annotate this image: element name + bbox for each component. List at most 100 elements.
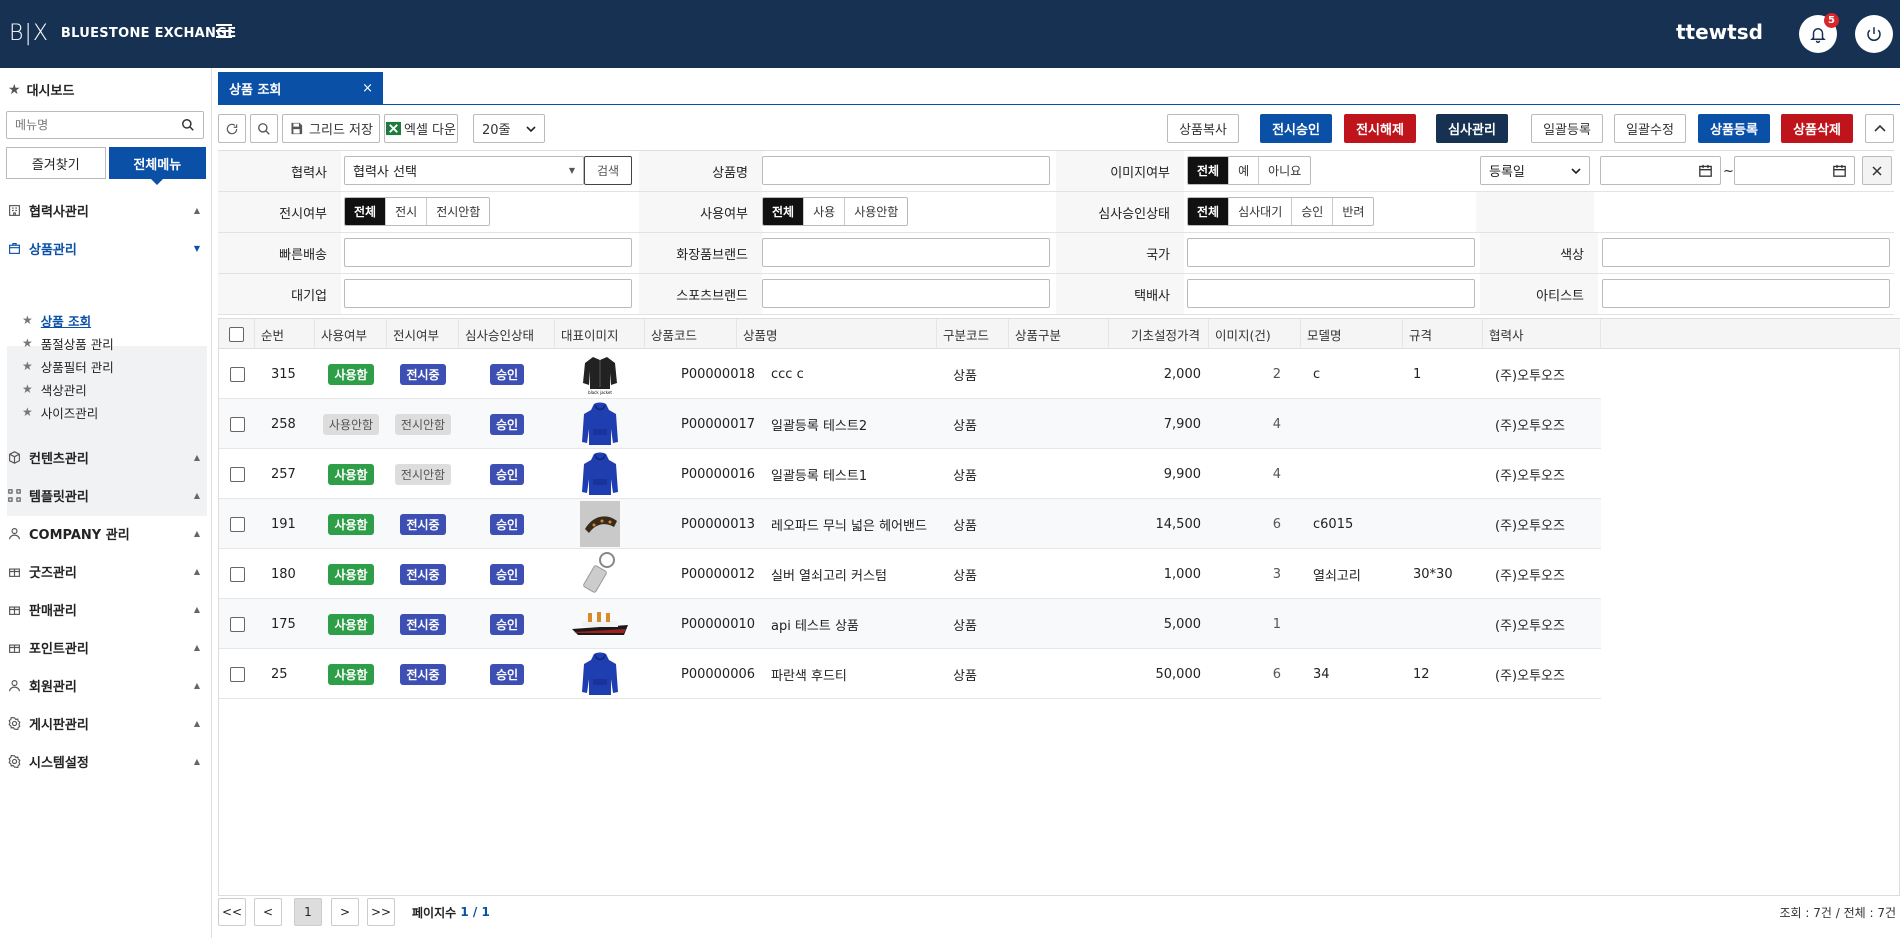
row-checkbox[interactable] (229, 566, 245, 582)
tab-all-menu[interactable]: 전체메뉴 (108, 147, 206, 185)
table-row[interactable]: 257 사용함 전시안함 승인 P00000016 일괄등록 테스트1 상품 9,900 4 (주… (219, 449, 1601, 499)
submenu-soldout[interactable]: ★ 품절상품 관리 (22, 333, 114, 353)
row-checkbox[interactable] (229, 466, 245, 482)
review-option-rejected[interactable]: 반려 (1332, 198, 1373, 225)
close-icon[interactable]: × (362, 81, 373, 96)
country-input[interactable] (1187, 238, 1475, 267)
search-icon[interactable] (181, 118, 195, 132)
sidebar-item-point[interactable]: 포인트관리 ▲ (8, 635, 200, 659)
col-use[interactable]: 사용여부 (315, 319, 387, 349)
use-option-all[interactable]: 전체 (763, 198, 804, 225)
sidebar-item-template[interactable]: 템플릿관리 ▲ (8, 483, 200, 507)
table-row[interactable]: 180 사용함 전시중 승인 P00000012 실버 열쇠고리 커스텀 상품 1,000 3 열… (219, 549, 1601, 599)
refresh-button[interactable] (218, 114, 246, 143)
row-checkbox[interactable] (229, 366, 245, 382)
cell-name[interactable]: 일괄등록 테스트2 (771, 399, 867, 449)
col-code[interactable]: 상품코드 (645, 319, 737, 349)
cell-image[interactable]: black jacket (555, 349, 645, 399)
page-button-current[interactable]: 1 (294, 898, 322, 926)
sidebar-item-member[interactable]: 회원관리 ▲ (8, 673, 200, 697)
cell-name[interactable]: 일괄등록 테스트1 (771, 449, 867, 499)
submenu-size[interactable]: ★ 사이즈관리 (22, 402, 98, 422)
row-checkbox[interactable] (229, 416, 245, 432)
col-type-code[interactable]: 구분코드 (937, 319, 1009, 349)
use-option-unused[interactable]: 사용안함 (844, 198, 907, 225)
submenu-product-search[interactable]: ★ 상품 조회 (22, 310, 91, 330)
sidebar-item-company[interactable]: COMPANY 관리 ▲ (8, 521, 200, 545)
review-option-pending[interactable]: 심사대기 (1228, 198, 1291, 225)
col-image-count[interactable]: 이미지(건) (1209, 319, 1301, 349)
col-display[interactable]: 전시여부 (387, 319, 459, 349)
bulk-register-button[interactable]: 일괄등록 (1531, 114, 1603, 143)
sports-brand-input[interactable] (762, 279, 1050, 308)
table-row[interactable]: 315 사용함 전시중 승인 black jacket P00000018 ccc c 상품 2… (219, 349, 1601, 399)
display-option-all[interactable]: 전체 (345, 198, 386, 225)
next-page-button[interactable]: > (331, 898, 359, 926)
color-input[interactable] (1602, 238, 1890, 267)
cell-image[interactable] (555, 449, 645, 499)
col-image[interactable]: 대표이미지 (555, 319, 645, 349)
cell-image[interactable] (555, 399, 645, 449)
image-option-all[interactable]: 전체 (1188, 157, 1229, 184)
cell-name[interactable]: ccc c (771, 349, 804, 399)
sidebar-item-board[interactable]: 게시판관리 ▲ (8, 711, 200, 735)
col-model[interactable]: 모델명 (1301, 319, 1403, 349)
col-review[interactable]: 심사승인상태 (459, 319, 555, 349)
row-checkbox[interactable] (229, 666, 245, 682)
enterprise-input[interactable] (344, 279, 632, 308)
image-option-yes[interactable]: 예 (1228, 157, 1258, 184)
sidebar-item-sales[interactable]: 판매관리 ▲ (8, 597, 200, 621)
bulk-edit-button[interactable]: 일괄수정 (1614, 114, 1686, 143)
cell-image[interactable] (555, 599, 645, 649)
excel-download-button[interactable]: 엑셀 다운 (384, 114, 458, 143)
cosmetic-brand-input[interactable] (762, 238, 1050, 267)
table-row[interactable]: 191 사용함 전시중 승인 P00000013 레오파드 무늬 넓은 헤어밴드 상품 14,… (219, 499, 1601, 549)
display-option-shown[interactable]: 전시 (385, 198, 426, 225)
calendar-icon[interactable] (1833, 164, 1846, 177)
menu-search-input[interactable] (15, 118, 181, 132)
col-price[interactable]: 기초설정가격 (1109, 319, 1209, 349)
use-option-used[interactable]: 사용 (803, 198, 844, 225)
product-delete-button[interactable]: 상품삭제 (1781, 114, 1853, 143)
page-size-select[interactable]: 20줄 (473, 114, 545, 143)
product-register-button[interactable]: 상품등록 (1698, 114, 1770, 143)
grid-save-button[interactable]: 그리드 저장 (282, 114, 380, 143)
first-page-button[interactable]: << (218, 898, 246, 926)
row-checkbox[interactable] (229, 616, 245, 632)
tab-product-search[interactable]: 상품 조회 × (218, 72, 383, 104)
display-approve-button[interactable]: 전시승인 (1260, 114, 1332, 143)
calendar-icon[interactable] (1699, 164, 1712, 177)
table-row[interactable]: 175 사용함 전시중 승인 P00000010 api 테스트 상품 상품 5,000 1 (주… (219, 599, 1601, 649)
col-type[interactable]: 상품구분 (1009, 319, 1109, 349)
cell-image[interactable] (555, 649, 645, 699)
col-spec[interactable]: 규격 (1403, 319, 1483, 349)
partner-search-button[interactable]: 검색 (584, 156, 632, 185)
review-manage-button[interactable]: 심사관리 (1436, 114, 1508, 143)
clear-date-button[interactable] (1862, 156, 1892, 185)
last-page-button[interactable]: >> (367, 898, 395, 926)
sidebar-item-contents[interactable]: 컨텐츠관리 ▲ (8, 445, 200, 469)
prev-page-button[interactable]: < (254, 898, 282, 926)
search-toggle-button[interactable] (250, 114, 278, 143)
submenu-color[interactable]: ★ 색상관리 (22, 379, 87, 399)
sidebar-item-partner[interactable]: 협력사관리 ▲ (8, 198, 200, 222)
logout-button[interactable] (1855, 15, 1893, 53)
collapse-button[interactable] (1865, 114, 1894, 143)
tab-favorites[interactable]: 즐겨찾기 (6, 147, 106, 179)
col-partner[interactable]: 협력사 (1483, 319, 1601, 349)
cell-name[interactable]: 레오파드 무늬 넓은 헤어밴드 (771, 499, 927, 549)
cell-image[interactable] (555, 549, 645, 599)
row-checkbox[interactable] (229, 516, 245, 532)
artist-input[interactable] (1602, 279, 1890, 308)
fast-delivery-input[interactable] (344, 238, 632, 267)
sidebar-item-goods[interactable]: 굿즈관리 ▲ (8, 559, 200, 583)
image-option-no[interactable]: 아니요 (1258, 157, 1310, 184)
table-row[interactable]: 258 사용안함 전시안함 승인 P00000017 일괄등록 테스트2 상품 7,900 4 (… (219, 399, 1601, 449)
cell-name[interactable]: 파란색 후드티 (771, 649, 847, 699)
select-all-checkbox[interactable] (229, 326, 244, 342)
sidebar-item-system[interactable]: 시스템설정 ▲ (8, 749, 200, 773)
col-no[interactable]: 순번 (255, 319, 315, 349)
review-option-approved[interactable]: 승인 (1291, 198, 1332, 225)
submenu-filter[interactable]: ★ 상품필터 관리 (22, 356, 114, 376)
cell-name[interactable]: api 테스트 상품 (771, 599, 859, 649)
